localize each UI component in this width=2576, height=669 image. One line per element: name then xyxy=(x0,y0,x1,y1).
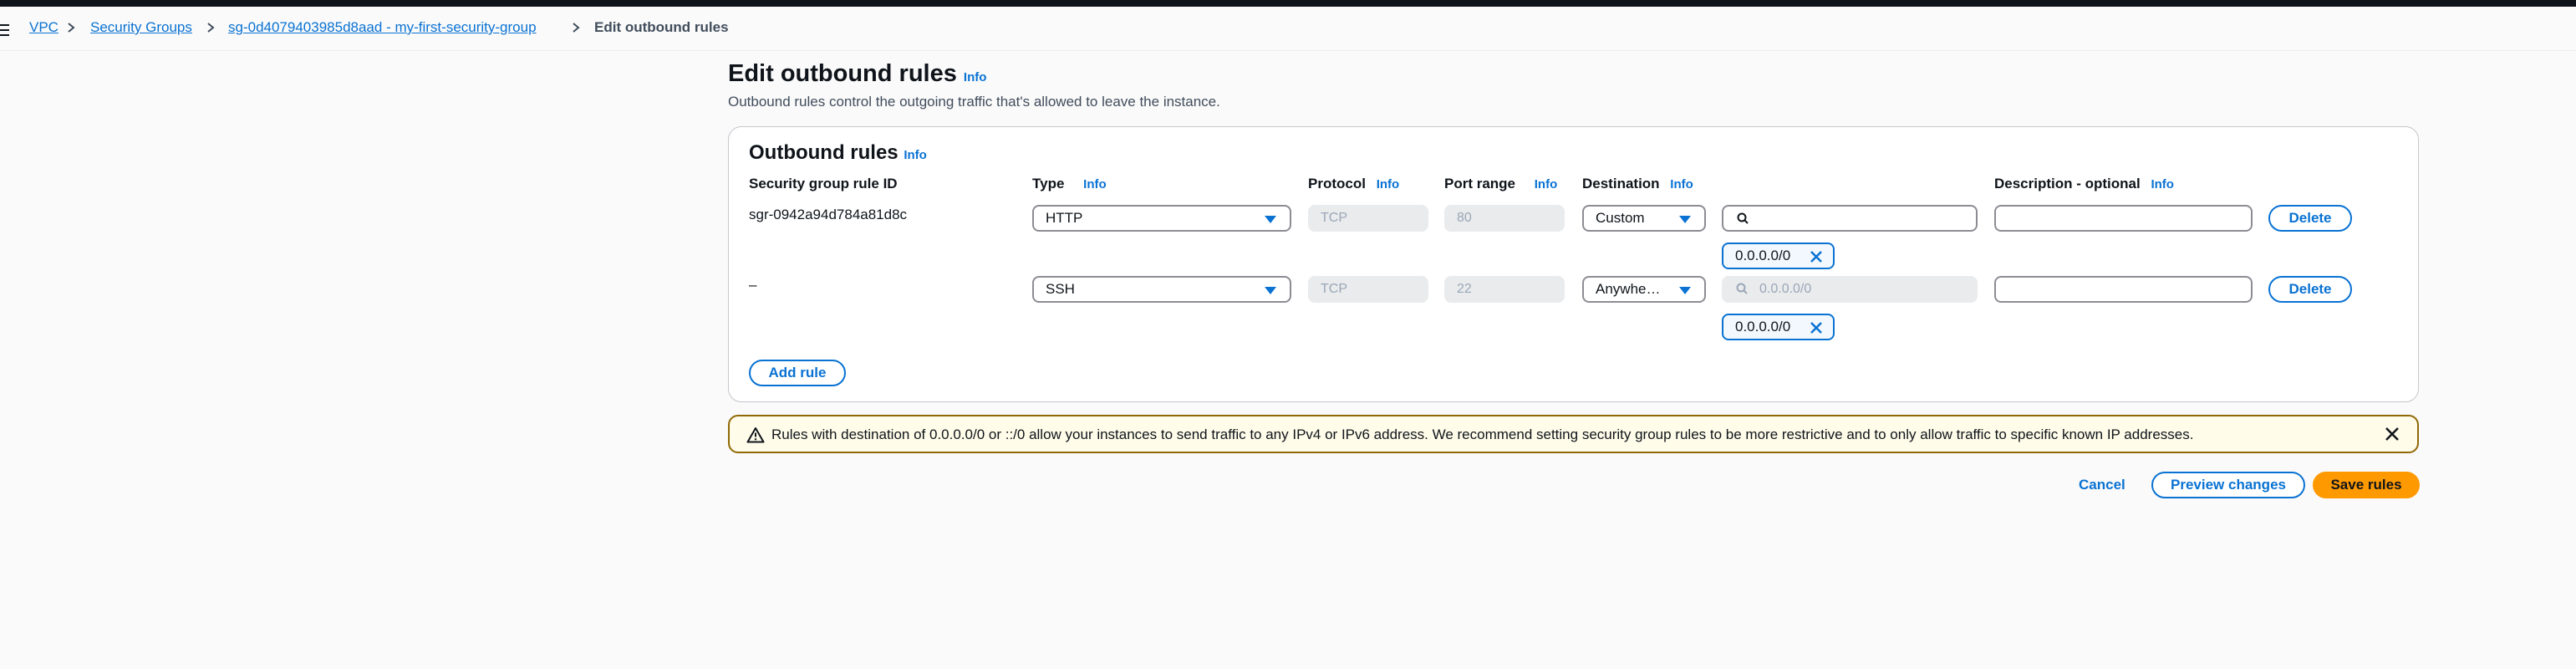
protocol-field: TCP xyxy=(1308,205,1428,232)
destination-info-link[interactable]: Info xyxy=(1670,177,1693,192)
description-input[interactable] xyxy=(1994,276,2253,303)
column-protocol: Protocol Info xyxy=(1308,175,1399,194)
cancel-button[interactable]: Cancel xyxy=(2079,472,2125,498)
add-rule-button[interactable]: Add rule xyxy=(749,360,846,386)
save-rules-button[interactable]: Save rules xyxy=(2313,472,2420,498)
warning-icon xyxy=(746,427,765,443)
column-protocol-label: Protocol xyxy=(1308,176,1366,192)
page-description: Outbound rules control the outgoing traf… xyxy=(728,94,1220,110)
outbound-rules-panel xyxy=(728,126,2419,402)
caret-down-icon xyxy=(1265,216,1276,223)
type-select[interactable]: SSH xyxy=(1032,276,1291,303)
caret-down-icon xyxy=(1679,216,1691,223)
token-label: 0.0.0.0/0 xyxy=(1735,248,1791,263)
type-info-link[interactable]: Info xyxy=(1083,177,1107,192)
type-select-value: SSH xyxy=(1046,281,1075,297)
column-type: Type Info xyxy=(1032,175,1107,194)
chevron-right-icon xyxy=(573,23,580,33)
destination-select[interactable]: Custom xyxy=(1582,205,1706,232)
column-destination: Destination Info xyxy=(1582,175,1693,194)
column-description: Description - optional Info xyxy=(1994,175,2174,194)
token-label: 0.0.0.0/0 xyxy=(1735,319,1791,334)
chevron-right-icon xyxy=(207,23,215,33)
type-select-value: HTTP xyxy=(1046,210,1083,226)
panel-title-text: Outbound rules xyxy=(749,141,899,164)
column-type-label: Type xyxy=(1032,176,1065,192)
column-destination-label: Destination xyxy=(1582,176,1660,192)
destination-select[interactable]: Anywhe… xyxy=(1582,276,1706,303)
search-icon xyxy=(1736,283,1748,294)
rule-id: – xyxy=(749,277,757,293)
breadcrumb-bar: VPC Security Groups sg-0d4079403985d8aad… xyxy=(0,7,2576,51)
warning-text: Rules with destination of 0.0.0.0/0 or :… xyxy=(771,426,2194,442)
port-range-field: 80 xyxy=(1444,205,1565,232)
type-select[interactable]: HTTP xyxy=(1032,205,1291,232)
destination-token: 0.0.0.0/0 xyxy=(1722,243,1835,269)
destination-token: 0.0.0.0/0 xyxy=(1722,314,1835,340)
breadcrumb-current: Edit outbound rules xyxy=(594,19,729,35)
delete-button[interactable]: Delete xyxy=(2268,276,2352,303)
destination-search-input: 0.0.0.0/0 xyxy=(1722,276,1978,303)
destination-search-input[interactable] xyxy=(1722,205,1978,232)
warning-alert: Rules with destination of 0.0.0.0/0 or :… xyxy=(728,415,2419,453)
panel-title: Outbound rules Info xyxy=(749,140,927,168)
caret-down-icon xyxy=(1265,287,1276,294)
column-port-range-label: Port range xyxy=(1444,176,1516,192)
search-icon xyxy=(1737,212,1749,224)
port-range-info-link[interactable]: Info xyxy=(1535,177,1558,192)
description-input[interactable] xyxy=(1994,205,2253,232)
column-port-range: Port range Info xyxy=(1444,175,1557,194)
page-info-link[interactable]: Info xyxy=(964,70,987,84)
breadcrumb-security-groups[interactable]: Security Groups xyxy=(90,19,192,36)
chevron-right-icon xyxy=(68,23,75,33)
delete-button[interactable]: Delete xyxy=(2268,205,2352,232)
top-bar xyxy=(0,0,2576,7)
page-title: Edit outbound rules Info xyxy=(728,59,986,93)
menu-icon[interactable] xyxy=(0,24,9,36)
preview-changes-button[interactable]: Preview changes xyxy=(2151,472,2305,498)
page-title-text: Edit outbound rules xyxy=(728,60,957,87)
close-icon[interactable] xyxy=(2384,426,2400,442)
description-info-link[interactable]: Info xyxy=(2151,177,2174,192)
breadcrumb-vpc[interactable]: VPC xyxy=(29,19,59,36)
destination-select-value: Custom xyxy=(1596,210,1645,226)
protocol-info-link[interactable]: Info xyxy=(1377,177,1400,192)
protocol-field: TCP xyxy=(1308,276,1428,303)
column-description-label: Description - optional xyxy=(1994,176,2141,192)
destination-select-value: Anywhe… xyxy=(1596,281,1661,297)
column-rule-id: Security group rule ID xyxy=(749,176,898,192)
close-icon[interactable] xyxy=(1810,321,1823,334)
breadcrumb-security-group[interactable]: sg-0d4079403985d8aad - my-first-security… xyxy=(228,19,537,36)
port-range-field: 22 xyxy=(1444,276,1565,303)
panel-info-link[interactable]: Info xyxy=(904,148,927,162)
rule-id: sgr-0942a94d784a81d8c xyxy=(749,207,908,222)
caret-down-icon xyxy=(1679,287,1691,294)
destination-search-placeholder: 0.0.0.0/0 xyxy=(1759,282,1812,296)
close-icon[interactable] xyxy=(1810,250,1823,263)
